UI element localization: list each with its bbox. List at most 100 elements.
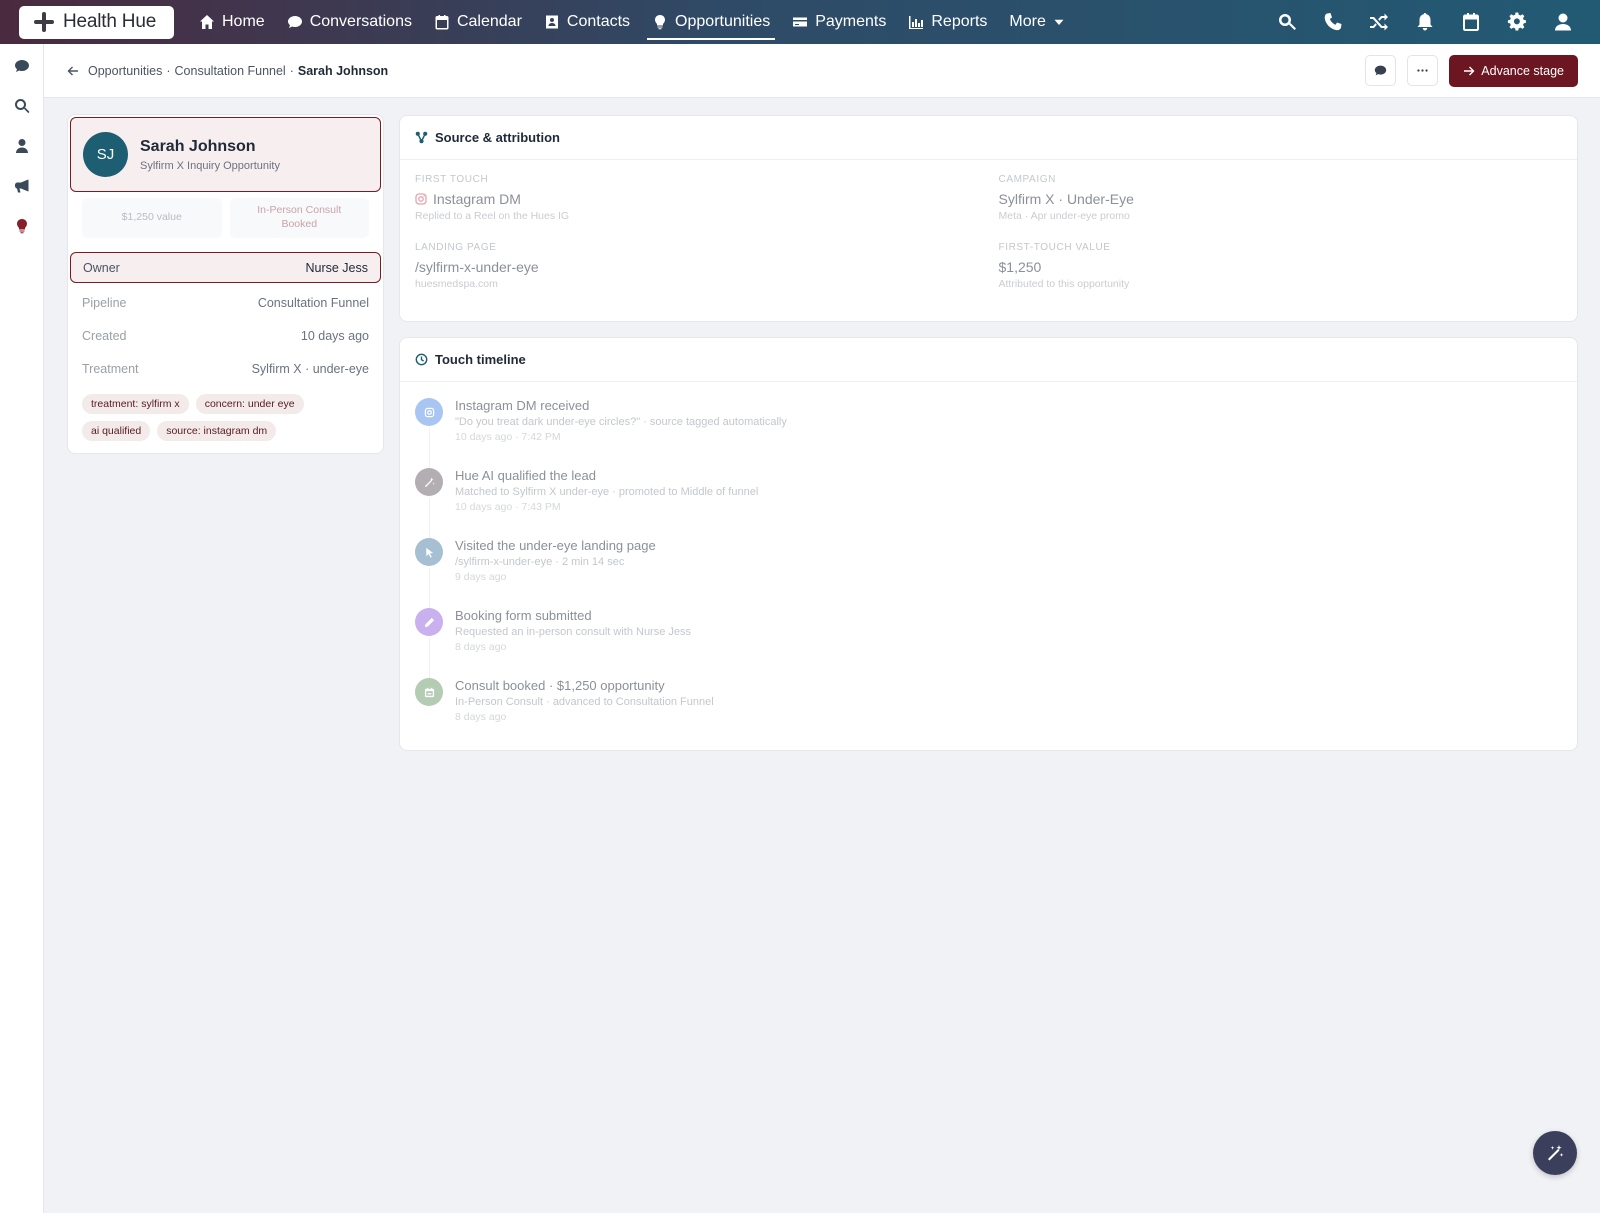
advance-stage-button[interactable]: Advance stage (1449, 54, 1578, 87)
breadcrumb-current: Sarah Johnson (297, 63, 389, 78)
profile-hero[interactable]: SJ Sarah Johnson Sylfirm X Inquiry Oppor… (70, 117, 381, 192)
instagram-icon (424, 407, 434, 417)
nav-item-payments[interactable]: Payments (781, 0, 897, 44)
nav-item-conversations[interactable]: Conversations (276, 0, 423, 44)
rail-item-opportunities[interactable] (0, 206, 44, 246)
field-value: Consultation Funnel (257, 295, 369, 310)
search-button[interactable] (1264, 0, 1310, 44)
search-icon (15, 99, 30, 114)
calendar-icon (435, 15, 449, 30)
message-button[interactable] (1365, 55, 1397, 86)
field-label: Owner (83, 260, 120, 275)
timeline-title-text: Visited the under-eye landing page (455, 538, 656, 553)
timeline-dot (415, 608, 443, 636)
nav-item-home[interactable]: Home (188, 0, 276, 44)
chat-icon (287, 16, 302, 28)
rail-item-search[interactable] (0, 86, 44, 126)
back-button[interactable] (64, 62, 82, 80)
timeline-dot (415, 398, 443, 426)
lightbulb-icon (17, 219, 27, 234)
attribution-title: Source & attribution (435, 130, 560, 145)
ai-assistant-button[interactable] (1533, 1131, 1577, 1175)
tag-list: treatment: sylfirm x concern: under eye … (68, 384, 383, 441)
attr-sub: huesmedspa.com (415, 278, 498, 290)
timeline-desc: Matched to Sylfirm X under-eye · promote… (455, 486, 759, 498)
rail-item-contacts[interactable] (0, 126, 44, 166)
clock-icon (415, 353, 428, 366)
notifications-button[interactable] (1402, 0, 1448, 44)
timeline-item: Instagram DM received "Do you treat dark… (415, 398, 1562, 476)
user-icon (16, 139, 28, 153)
brand-name: Health Hue (63, 11, 157, 32)
breadcrumb-pipeline[interactable]: Consultation Funnel (175, 64, 286, 78)
timeline-card: Touch timeline Instagram DM received "Do… (399, 337, 1578, 751)
breadcrumb-opportunities[interactable]: Opportunities (88, 64, 162, 78)
brand-mark-icon (33, 11, 55, 33)
timeline-dot (415, 678, 443, 706)
account-button[interactable] (1540, 0, 1586, 44)
magic-wand-icon (424, 476, 435, 487)
attr-value: Instagram DM (415, 191, 979, 207)
calendar-button[interactable] (1448, 0, 1494, 44)
nav-item-label: Reports (931, 13, 988, 30)
nav-item-contacts[interactable]: Contacts (533, 0, 641, 44)
timeline-item: Consult booked · $1,250 opportunity In-P… (415, 678, 1562, 748)
timeline-dot (415, 468, 443, 496)
timeline-title-text: Instagram DM received (455, 398, 590, 413)
chat-icon (15, 60, 29, 72)
field-owner[interactable]: Owner Nurse Jess (70, 252, 381, 283)
calendar-icon (1463, 13, 1479, 31)
branch-icon (415, 131, 428, 144)
user-icon (1555, 13, 1571, 31)
timeline-title: Touch timeline (435, 352, 526, 367)
timeline-body: Consult booked · $1,250 opportunity In-P… (455, 678, 714, 748)
nav-item-reports[interactable]: Reports (897, 0, 998, 44)
advance-stage-label: Advance stage (1481, 63, 1564, 78)
nav-item-label: Payments (815, 13, 887, 30)
bar-chart-icon (909, 16, 924, 29)
field-value: Sylfirm X · under-eye (251, 361, 369, 376)
nav-item-opportunities[interactable]: Opportunities (641, 0, 781, 44)
rail-item-marketing[interactable] (0, 166, 44, 206)
attr-label: LANDING PAGE (415, 242, 497, 253)
tag[interactable]: treatment: sylfirm x (82, 394, 189, 414)
timeline-time: 10 days ago · 7:42 PM (455, 431, 561, 443)
settings-button[interactable] (1494, 0, 1540, 44)
attribution-grid: FIRST TOUCH Instagram DM Replied to a Re… (400, 160, 1577, 300)
stat-stage: In-Person Consult Booked (229, 198, 369, 238)
arrow-left-icon (67, 66, 78, 75)
magic-wand-icon (1548, 1145, 1564, 1161)
rail-item-chat[interactable] (0, 46, 44, 86)
attr-sub: Meta · Apr under-eye promo (998, 210, 1130, 222)
nav-item-label: Home (222, 13, 265, 30)
nav-item-more[interactable]: More (998, 0, 1075, 44)
field-label: Treatment (82, 361, 139, 376)
page-header: Opportunities · Consultation Funnel · Sa… (44, 44, 1600, 98)
calendar-check-icon (424, 687, 434, 697)
timeline-item: Hue AI qualified the lead Matched to Syl… (415, 468, 1562, 546)
attribution-card-header: Source & attribution (400, 116, 1577, 160)
tag[interactable]: source: instagram dm (157, 421, 277, 441)
attr-value[interactable]: /sylfirm-x-under-eye (415, 259, 979, 275)
first-touch-value: FIRST-TOUCH VALUE $1,250 Attributed to t… (999, 242, 1563, 290)
stat-value: $1,250 value (82, 198, 222, 238)
landing-page: LANDING PAGE /sylfirm-x-under-eye huesme… (415, 242, 979, 290)
stat-row: $1,250 value In-Person Consult Booked (68, 194, 383, 238)
tag[interactable]: ai qualified (82, 421, 151, 441)
tag[interactable]: concern: under eye (195, 394, 304, 414)
timeline-body: Booking form submitted Requested an in-p… (455, 608, 691, 678)
timeline-title-text: Consult booked · $1,250 opportunity (455, 678, 665, 693)
nav-item-calendar[interactable]: Calendar (423, 0, 533, 44)
timeline-dot (415, 538, 443, 566)
top-nav: Health Hue Home Conversations Calendar C… (0, 0, 1600, 44)
timeline-desc: /sylfirm-x-under-eye · 2 min 14 sec (455, 556, 625, 568)
phone-button[interactable] (1310, 0, 1356, 44)
timeline-title-text: Hue AI qualified the lead (455, 468, 596, 483)
nav-links: Home Conversations Calendar Contacts Opp… (188, 0, 1076, 44)
attr-value-text: Instagram DM (433, 191, 521, 207)
timeline-time: 8 days ago (455, 641, 507, 653)
brand-logo[interactable]: Health Hue (19, 5, 174, 39)
shuffle-button[interactable] (1356, 0, 1402, 44)
nav-item-label: More (1009, 13, 1046, 30)
more-options-button[interactable] (1407, 55, 1439, 86)
